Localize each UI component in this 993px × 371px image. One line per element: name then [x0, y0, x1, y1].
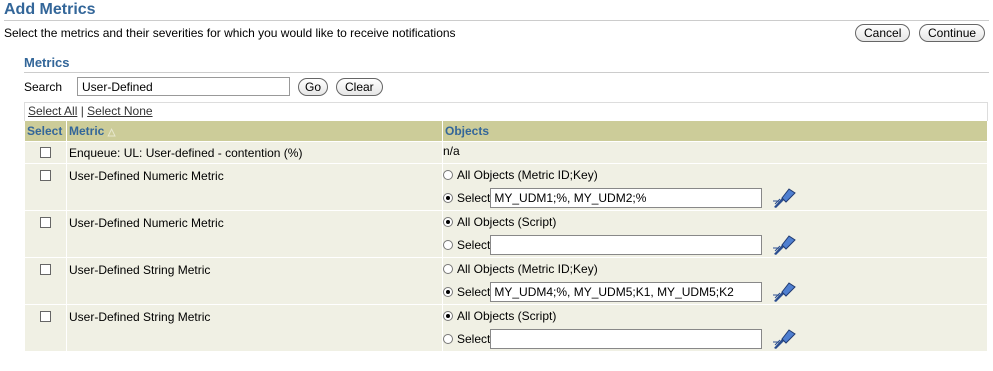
- table-header: Select Metric △ Objects: [24, 121, 988, 141]
- objects-input[interactable]: [490, 282, 763, 302]
- flashlight-search-icon[interactable]: [772, 282, 797, 302]
- continue-button[interactable]: Continue: [919, 24, 986, 42]
- table-row: Enqueue: UL: User-defined - contention (…: [24, 140, 988, 164]
- column-header-objects: Objects: [442, 121, 988, 141]
- select-label: Select: [457, 191, 491, 205]
- sort-ascending-icon[interactable]: △: [108, 127, 116, 138]
- link-separator: |: [80, 104, 84, 118]
- selection-bar: Select All | Select None: [24, 102, 988, 122]
- column-header-metric[interactable]: Metric △: [66, 121, 443, 141]
- flashlight-search-icon[interactable]: [772, 188, 797, 208]
- row-checkbox[interactable]: [40, 146, 51, 158]
- select-option[interactable]: Select: [443, 187, 987, 210]
- metric-name: Enqueue: UL: User-defined - contention (…: [69, 145, 303, 160]
- objects-input[interactable]: [490, 188, 763, 208]
- all-objects-label: All Objects (Script): [457, 309, 557, 323]
- objects-cell: n/a: [442, 140, 988, 164]
- metric-cell: User-Defined Numeric Metric: [66, 162, 443, 211]
- go-button[interactable]: Go: [298, 78, 329, 96]
- metrics-section-title: Metrics: [24, 55, 70, 70]
- metric-name: User-Defined String Metric: [69, 309, 211, 324]
- select-cell: [24, 162, 67, 211]
- objects-cell: All Objects (Metric ID;Key) Select: [442, 162, 988, 211]
- all-objects-label: All Objects (Metric ID;Key): [457, 262, 598, 276]
- select-option[interactable]: Select: [443, 328, 987, 351]
- select-none-link[interactable]: Select None: [87, 104, 152, 118]
- select-all-link[interactable]: Select All: [28, 104, 77, 118]
- metric-name: User-Defined Numeric Metric: [69, 168, 224, 183]
- all-objects-label: All Objects (Metric ID;Key): [457, 168, 598, 182]
- table-row: User-Defined Numeric Metric All Objects …: [24, 209, 988, 258]
- all-objects-option[interactable]: All Objects (Metric ID;Key): [443, 258, 987, 281]
- row-checkbox[interactable]: [40, 310, 51, 322]
- metric-cell: User-Defined Numeric Metric: [66, 209, 443, 258]
- objects-na: n/a: [443, 143, 460, 158]
- clear-button[interactable]: Clear: [336, 78, 383, 96]
- column-header-select: Select: [24, 121, 67, 141]
- select-radio[interactable]: [443, 334, 453, 344]
- all-objects-option[interactable]: All Objects (Metric ID;Key): [443, 164, 987, 187]
- row-checkbox[interactable]: [40, 263, 51, 275]
- select-cell: [24, 209, 67, 258]
- select-label: Select: [457, 238, 491, 252]
- flashlight-search-icon[interactable]: [772, 329, 797, 349]
- title-divider: [4, 20, 989, 21]
- cancel-button[interactable]: Cancel: [855, 24, 911, 42]
- search-input[interactable]: [77, 77, 290, 96]
- metric-name: User-Defined String Metric: [69, 262, 211, 277]
- metric-cell: User-Defined String Metric: [66, 303, 443, 352]
- select-label: Select: [457, 285, 491, 299]
- all-objects-option[interactable]: All Objects (Script): [443, 211, 987, 234]
- all-objects-label: All Objects (Script): [457, 215, 557, 229]
- all-objects-option[interactable]: All Objects (Script): [443, 305, 987, 328]
- select-cell: [24, 140, 67, 164]
- all-objects-radio[interactable]: [443, 170, 453, 180]
- table-row: User-Defined String Metric All Objects (…: [24, 303, 988, 352]
- metric-cell: Enqueue: UL: User-defined - contention (…: [66, 140, 443, 164]
- select-radio[interactable]: [443, 287, 453, 297]
- table-row: User-Defined Numeric Metric All Objects …: [24, 162, 988, 211]
- select-radio[interactable]: [443, 193, 453, 203]
- select-option[interactable]: Select: [443, 281, 987, 304]
- select-label: Select: [457, 332, 491, 346]
- search-label: Search: [24, 80, 63, 94]
- objects-input[interactable]: [490, 329, 763, 349]
- metric-header-label: Metric: [69, 123, 105, 138]
- select-option[interactable]: Select: [443, 234, 987, 257]
- metric-name: User-Defined Numeric Metric: [69, 215, 224, 230]
- objects-cell: All Objects (Metric ID;Key) Select: [442, 256, 988, 305]
- metrics-table: Select Metric △ Objects Enqueue: UL: Use…: [24, 121, 988, 352]
- objects-cell: All Objects (Script) Select: [442, 303, 988, 352]
- all-objects-radio[interactable]: [443, 264, 453, 274]
- objects-cell: All Objects (Script) Select: [442, 209, 988, 258]
- row-checkbox[interactable]: [40, 216, 51, 228]
- objects-input[interactable]: [490, 235, 763, 255]
- all-objects-radio[interactable]: [443, 217, 453, 227]
- section-divider: [24, 72, 989, 73]
- all-objects-radio[interactable]: [443, 311, 453, 321]
- select-radio[interactable]: [443, 240, 453, 250]
- flashlight-search-icon[interactable]: [772, 235, 797, 255]
- select-cell: [24, 256, 67, 305]
- select-cell: [24, 303, 67, 352]
- page-title: Add Metrics: [4, 1, 96, 18]
- metric-cell: User-Defined String Metric: [66, 256, 443, 305]
- row-checkbox[interactable]: [40, 169, 51, 181]
- table-row: User-Defined String Metric All Objects (…: [24, 256, 988, 305]
- page-description: Select the metrics and their severities …: [4, 26, 456, 40]
